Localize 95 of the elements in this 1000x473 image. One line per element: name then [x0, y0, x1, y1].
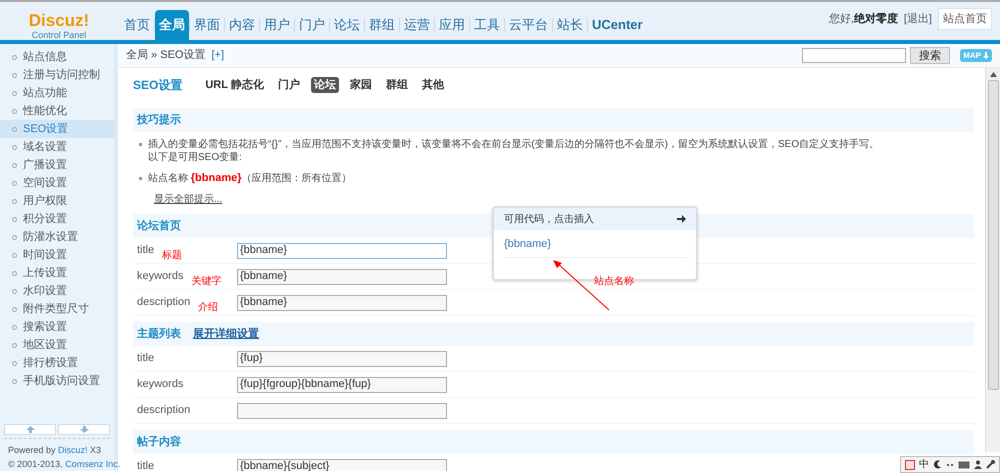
sidebar-item[interactable]: 防灌水设置	[0, 228, 114, 246]
logo-subtitle: Control Panel	[32, 30, 86, 40]
arrow-right-icon[interactable]	[677, 215, 686, 223]
tip-text: 插入的变量必需包括花括号“{}”，当应用范围不支持该变量时，该变量将不会在前台显示(变量后边的分隔符也不会显示)，留空为系统默认设置，SEO自定义支持手写。	[148, 138, 880, 151]
nav-tab[interactable]: 界面	[190, 10, 224, 40]
annotation-text: 介绍	[198, 301, 218, 315]
nav-tab[interactable]: 群组	[365, 10, 399, 40]
punctuation-icon[interactable]	[946, 462, 954, 468]
tip-text: 站点名称 {bbname}（应用范围：所有位置）	[148, 172, 352, 185]
text-field[interactable]	[237, 402, 447, 418]
search-field[interactable]	[802, 48, 906, 63]
sidebar-item[interactable]: 搜索设置	[0, 318, 114, 336]
bullet-icon	[139, 177, 142, 180]
section-title: 技巧提示	[137, 112, 181, 128]
person-icon[interactable]	[974, 460, 982, 469]
sub-tab[interactable]: 其他	[418, 77, 447, 93]
scroll-up-icon[interactable]	[990, 72, 996, 77]
nav-tab[interactable]: 云平台	[505, 10, 552, 40]
text-field[interactable]: {bbname}	[237, 268, 447, 284]
nav-tab[interactable]: 用户	[260, 10, 294, 40]
field-label: title	[137, 243, 154, 258]
text-field[interactable]: {fup}	[237, 350, 447, 366]
text-field[interactable]: {fup}{fgroup}{bbname}{fup}	[237, 376, 447, 392]
sidebar-item[interactable]: 时间设置	[0, 246, 114, 264]
section-title: 论坛首页	[137, 218, 181, 234]
nav-tab[interactable]: 全局	[155, 10, 189, 40]
sidebar-item[interactable]: 性能优化	[0, 102, 114, 120]
scrollbar[interactable]	[985, 68, 1000, 452]
nav-tab[interactable]: 首页	[120, 10, 154, 40]
sub-tab[interactable]: 家园	[346, 77, 375, 93]
expand-details-link[interactable]: 展开详细设置	[193, 326, 259, 342]
field-label: description	[137, 403, 190, 418]
bullet-icon	[139, 143, 142, 146]
sub-tab[interactable]: URL 静态化	[202, 77, 267, 93]
nav-tab[interactable]: 论坛	[330, 10, 364, 40]
nav-tab[interactable]: 站长	[553, 10, 587, 40]
nav-tab[interactable]: 应用	[435, 10, 469, 40]
insert-code-link[interactable]: {bbname}	[504, 236, 686, 258]
field-label: keywords	[137, 377, 184, 392]
sub-tab[interactable]: 门户	[274, 77, 303, 93]
field-label: keywords	[137, 269, 184, 284]
sidebar-item[interactable]: 站点信息	[0, 48, 114, 66]
page-title: SEO设置	[133, 77, 182, 94]
site-home-button[interactable]: 站点首页	[938, 8, 992, 30]
nav-tab[interactable]: UCenter	[588, 10, 647, 40]
add-shortcut-link[interactable]: [+]	[211, 47, 224, 64]
annotation-text: 关键字	[191, 274, 222, 289]
down-arrow-icon	[983, 52, 989, 59]
field-label: description	[137, 295, 190, 310]
greeting-text: 您好,绝对零度	[828, 12, 898, 27]
sub-tab[interactable]: 论坛	[310, 77, 339, 93]
input-mode-toggle[interactable]: 中	[919, 457, 929, 472]
sidebar-item[interactable]: 水印设置	[0, 282, 114, 300]
nav-tab[interactable]: 运营	[400, 10, 434, 40]
text-field[interactable]: {bbname}	[237, 294, 447, 310]
search-button[interactable]: 搜索	[910, 47, 950, 64]
moon-icon[interactable]	[933, 460, 942, 469]
sidebar-item[interactable]: 站点功能	[0, 84, 114, 102]
section-title: 帖子内容	[137, 434, 181, 450]
sidebar-item[interactable]: 域名设置	[0, 138, 114, 156]
sidebar-item[interactable]: 用户权限	[0, 192, 114, 210]
logo-wordmark: Discuz!	[28, 12, 90, 30]
sidebar-item[interactable]: 空间设置	[0, 174, 114, 192]
nav-tab[interactable]: 内容	[225, 10, 259, 40]
sidebar-item[interactable]: 广播设置	[0, 156, 114, 174]
field-label: title	[137, 459, 154, 471]
breadcrumb-text: 全局 » SEO设置	[126, 48, 206, 64]
sidebar-item[interactable]: 排行榜设置	[0, 354, 114, 372]
nav-tab[interactable]: 工具	[470, 10, 504, 40]
keyboard-icon[interactable]	[958, 460, 970, 468]
nav-tab[interactable]: 门户	[295, 10, 329, 40]
annotation-text: 标题	[162, 248, 182, 263]
sub-tab[interactable]: 群组	[382, 77, 411, 93]
sidebar-item[interactable]: 地区设置	[0, 336, 114, 354]
comsenz-link[interactable]: Comsenz Inc.	[65, 459, 120, 469]
tip-text: 以下是可用SEO变量:	[148, 151, 243, 164]
field-label: title	[137, 351, 154, 366]
up-arrow-icon	[26, 426, 34, 433]
text-field[interactable]: {bbname}	[237, 242, 447, 258]
sidebar-item[interactable]: SEO设置	[0, 120, 114, 138]
powered-by-text: Powered by Discuz! X3	[8, 444, 102, 457]
sidebar-item[interactable]: 积分设置	[0, 210, 114, 228]
input-method-icon[interactable]	[905, 460, 915, 470]
down-arrow-icon	[80, 426, 88, 433]
section-title: 主题列表	[137, 326, 181, 342]
popup-title: 可用代码，点击插入	[504, 212, 594, 226]
show-all-tips-link[interactable]: 显示全部提示...	[154, 194, 222, 205]
wrench-icon[interactable]	[986, 460, 995, 469]
discuz-link[interactable]: Discuz!	[58, 445, 88, 455]
sidebar-item[interactable]: 上传设置	[0, 264, 114, 282]
sidebar-item[interactable]: 手机版访问设置	[0, 372, 114, 390]
logout-link[interactable]: [退出]	[904, 10, 932, 28]
sidebar-item[interactable]: 附件类型尺寸	[0, 300, 114, 318]
annotation-text: 站点名称	[594, 274, 634, 289]
sidebar-item[interactable]: 注册与访问控制	[0, 66, 114, 84]
